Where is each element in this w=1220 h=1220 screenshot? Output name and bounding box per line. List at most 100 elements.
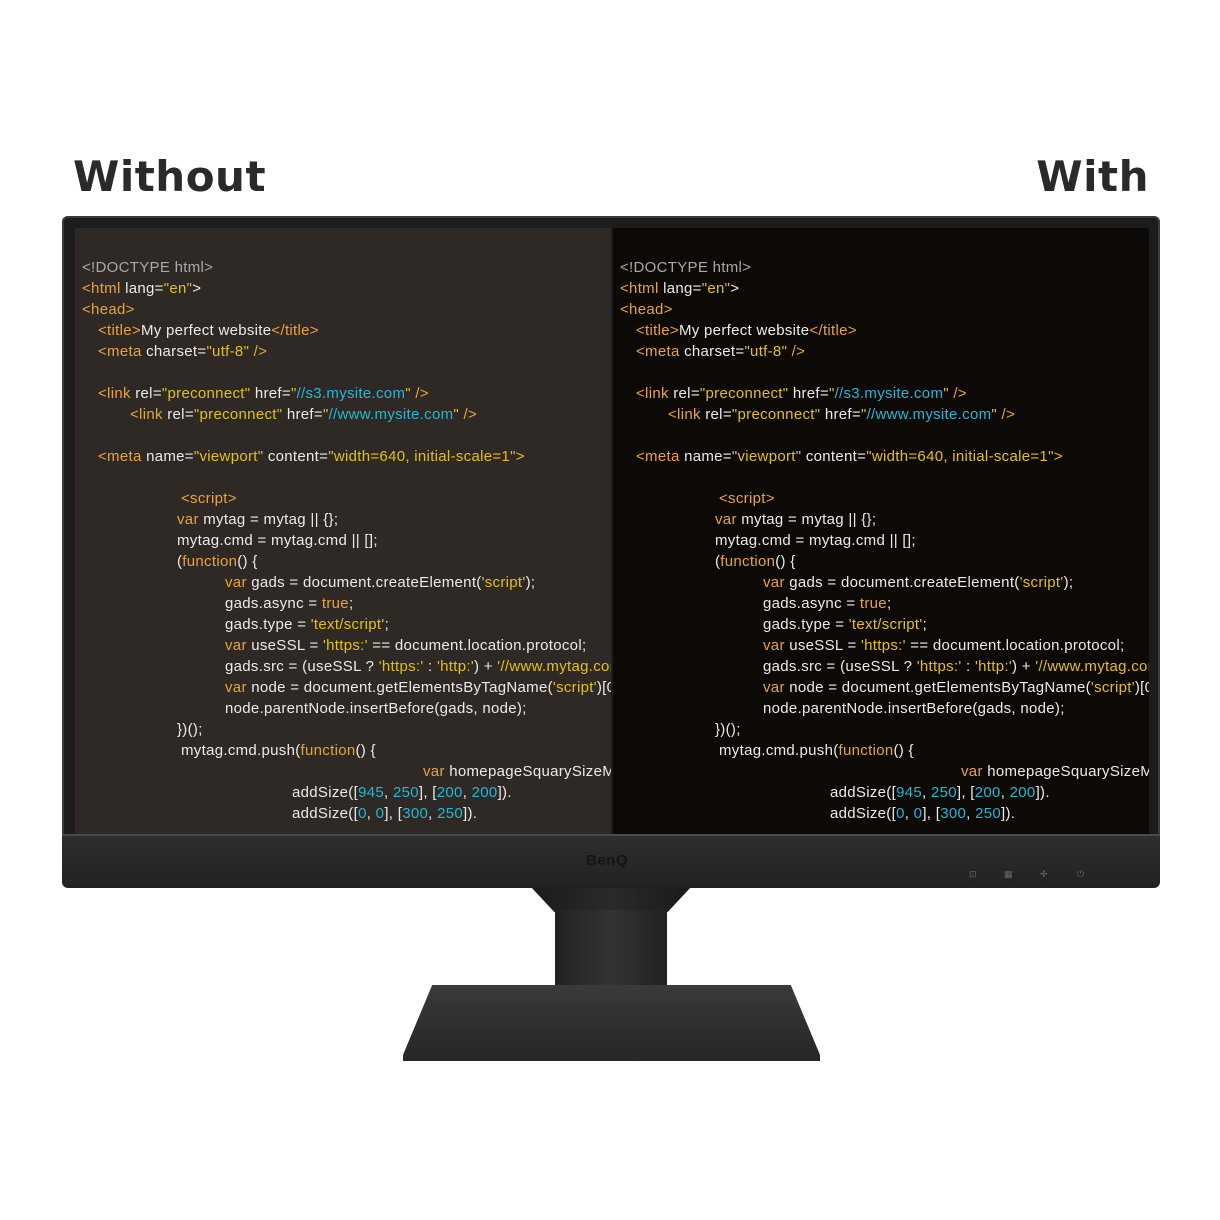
code-token-txt: name=: [141, 448, 194, 465]
code-token-tag: />: [787, 343, 806, 360]
code-token-doc: <!DOCTYPE html>: [620, 259, 752, 276]
code-token-txt: ;: [886, 595, 892, 612]
code-token-str: 'script': [552, 679, 597, 696]
code-token-tag: />: [410, 385, 429, 402]
code-token-num: 250: [392, 784, 419, 801]
code-token-tag: <title>: [98, 322, 141, 339]
code-token-str: "utf-8": [206, 343, 250, 360]
code-token-str: "en": [701, 280, 731, 297]
code-line: node.parentNode.insertBefore(gads, node)…: [225, 700, 527, 717]
input-icon[interactable]: ⊡: [969, 869, 977, 880]
code-token-kw: var: [225, 679, 247, 696]
button-foot: [966, 884, 980, 888]
code-token-txt: name=: [679, 448, 732, 465]
code-token-url: //s3.mysite.com: [296, 385, 406, 402]
stand-base: [403, 985, 820, 1061]
code-line: <head>: [82, 301, 135, 318]
code-line: var mytag = mytag || {};: [177, 511, 338, 528]
code-token-tag: </title>: [271, 322, 319, 339]
code-token-txt: charset=: [141, 343, 207, 360]
code-token-txt: charset=: [679, 343, 745, 360]
code-token-txt: })();: [715, 721, 741, 738]
code-token-txt: ) +: [474, 658, 498, 675]
code-line: mytag.cmd = mytag.cmd || [];: [715, 532, 916, 549]
brand-logo: BenQ: [586, 852, 629, 869]
code-line: var node = document.getElementsByTagName…: [763, 679, 1149, 696]
joystick-icon[interactable]: ✢: [1040, 869, 1048, 880]
code-token-tag: <head>: [620, 301, 673, 318]
code-token-str: "viewport": [731, 448, 802, 465]
code-token-txt: gads.async =: [763, 595, 860, 612]
code-token-txt: :: [961, 658, 975, 675]
code-token-txt: )[0];: [596, 679, 611, 696]
menu-icon[interactable]: ▦: [1004, 869, 1013, 880]
code-token-txt: :: [423, 658, 437, 675]
code-token-txt: );: [1063, 574, 1074, 591]
code-token-txt: rel=: [668, 385, 700, 402]
code-token-tag: <meta: [636, 448, 680, 465]
power-icon[interactable]: ⏻: [1077, 869, 1084, 880]
code-token-txt: ,: [462, 784, 472, 801]
code-line: })();: [177, 721, 203, 738]
code-token-kw: function: [720, 553, 776, 570]
code-token-doc: <!DOCTYPE html>: [82, 259, 214, 276]
code-line: mytag.cmd.push(function() {: [181, 742, 376, 759]
code-token-num: 200: [1009, 784, 1036, 801]
code-line: gads.type = 'text/script';: [225, 616, 389, 633]
code-token-str: "utf-8": [744, 343, 788, 360]
code-token-txt: My perfect website: [678, 322, 810, 339]
code-line: mytag.cmd = mytag.cmd || [];: [177, 532, 378, 549]
code-token-txt: >: [192, 280, 202, 297]
code-token-tag: <html: [82, 280, 121, 297]
code-token-txt: ]).: [497, 784, 512, 801]
code-token-txt: addSize([: [830, 805, 897, 822]
code-token-txt: node.parentNode.insertBefore(gads, node)…: [763, 700, 1065, 717]
code-token-txt: ], [: [922, 805, 941, 822]
code-token-url: //www.mysite.com: [328, 406, 454, 423]
code-token-num: 300: [940, 805, 967, 822]
code-token-tag: <link: [668, 406, 701, 423]
code-token-num: 300: [402, 805, 429, 822]
code-token-num: 250: [437, 805, 464, 822]
code-token-tag: />: [249, 343, 268, 360]
code-token-str: 'https:': [323, 637, 368, 654]
code-token-kw: var: [225, 574, 247, 591]
code-token-str: 'text/script': [310, 616, 385, 633]
code-token-txt: rel=: [162, 406, 194, 423]
code-token-num: 200: [471, 784, 498, 801]
code-token-txt: ,: [922, 784, 931, 801]
code-line: addSize([945, 250], [200, 200]).: [292, 784, 512, 801]
code-token-tag: <meta: [98, 448, 142, 465]
code-token-str: 'https:': [861, 637, 906, 654]
code-token-txt: gads = document.createElement(: [784, 574, 1020, 591]
screen-with: <!DOCTYPE html> <html lang="en"> <head> <ti…: [613, 228, 1149, 834]
code-token-txt: homepageSquarySizeMapping = mytag.sizeMa…: [449, 763, 611, 780]
code-token-txt: addSize([: [830, 784, 897, 801]
code-token-num: 945: [358, 784, 385, 801]
code-line: <meta charset="utf-8" />: [636, 343, 805, 360]
code-token-txt: mytag.cmd = mytag.cmd || [];: [177, 532, 378, 549]
code-token-txt: )[0];: [1134, 679, 1149, 696]
code-token-tag: <html: [620, 280, 659, 297]
code-token-kw: var: [177, 511, 199, 528]
code-token-txt: mytag.cmd.push(: [719, 742, 839, 759]
code-token-str: '//www.mytag.com/tag/js/gpt.js': [497, 658, 611, 675]
code-token-str: 'script': [1019, 574, 1064, 591]
code-token-txt: homepageSquarySizeMapping = mytag.sizeMa…: [987, 763, 1149, 780]
code-token-num: 200: [974, 784, 1001, 801]
code-token-txt: useSSL =: [246, 637, 323, 654]
code-token-tag: <link: [98, 385, 131, 402]
code-token-txt: node = document.getElementsByTagName(: [246, 679, 553, 696]
code-token-kw: var: [763, 637, 785, 654]
code-line: var homepageSquarySizeMapping = mytag.si…: [961, 763, 1149, 780]
code-line: <link rel="preconnect" href="//www.mysit…: [130, 406, 477, 423]
code-token-txt: mytag.cmd = mytag.cmd || [];: [715, 532, 916, 549]
code-token-txt: ;: [922, 616, 928, 633]
code-token-tag: <script>: [181, 490, 237, 507]
stand-neck-top: [530, 886, 692, 912]
code-token-txt: mytag.cmd.push(: [181, 742, 301, 759]
code-token-str: 'http:': [436, 658, 474, 675]
code-token-tag: </title>: [809, 322, 857, 339]
code-token-str: 'https:': [378, 658, 424, 675]
code-token-txt: ], [: [418, 784, 437, 801]
